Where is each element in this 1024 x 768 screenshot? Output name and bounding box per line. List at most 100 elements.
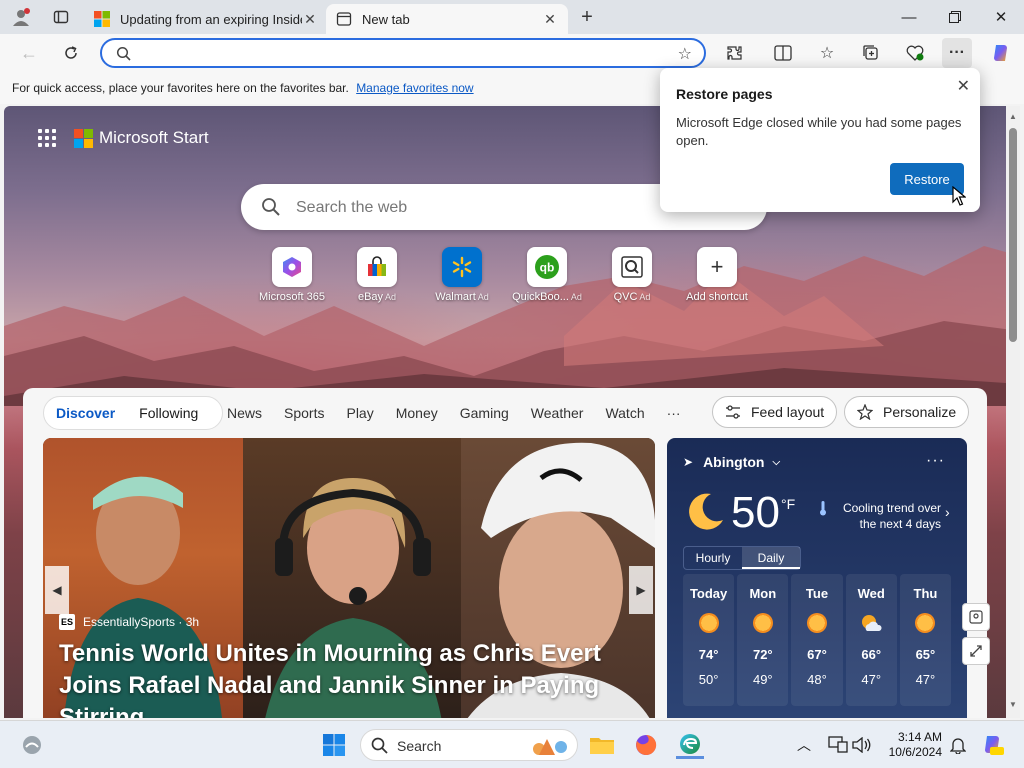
scroll-up-icon[interactable]: ▲ bbox=[1009, 112, 1017, 121]
forecast-low: 47° bbox=[861, 672, 882, 687]
popup-title: Restore pages bbox=[676, 86, 773, 102]
sparkle-star-icon bbox=[857, 404, 873, 420]
tab-discover[interactable]: Discover bbox=[56, 405, 127, 421]
new-tab-icon[interactable]: + bbox=[576, 6, 598, 28]
address-input[interactable] bbox=[136, 44, 656, 62]
firefox-icon[interactable] bbox=[632, 731, 660, 759]
taskbar-search[interactable]: Search bbox=[360, 729, 578, 761]
feedback-icon[interactable] bbox=[962, 603, 990, 631]
settings-more-icon[interactable]: ··· bbox=[942, 38, 972, 68]
news-feed: Discover Following News Sports Play Mone… bbox=[23, 388, 987, 718]
nav-watch[interactable]: Watch bbox=[605, 405, 644, 421]
search-placeholder: Search the web bbox=[296, 199, 408, 216]
scroll-down-icon[interactable]: ▼ bbox=[1009, 700, 1017, 709]
carousel-prev-button[interactable]: ◀ bbox=[45, 566, 69, 614]
clock-date: 10/6/2024 bbox=[888, 745, 942, 759]
close-tab-icon[interactable]: ✕ bbox=[302, 11, 318, 28]
tab-inactive[interactable]: Updating from an expiring Inside ✕ bbox=[84, 4, 328, 34]
quickbooks-icon: qb bbox=[527, 247, 567, 287]
close-icon[interactable]: ✕ bbox=[957, 76, 970, 96]
copilot-icon[interactable] bbox=[986, 38, 1016, 68]
volume-icon[interactable] bbox=[848, 731, 876, 759]
forecast-day[interactable]: Today 74° 50° bbox=[683, 574, 735, 706]
page-scrollbar[interactable]: ▲ ▼ bbox=[1006, 106, 1020, 718]
shortcut-microsoft-365[interactable]: Microsoft 365 bbox=[250, 247, 334, 303]
ebay-icon bbox=[357, 247, 397, 287]
microsoft-favicon bbox=[94, 11, 110, 27]
notification-bell-icon[interactable] bbox=[944, 731, 972, 759]
story-headline[interactable]: Tennis World Unites in Mourning as Chris… bbox=[59, 638, 649, 718]
restore-window-button[interactable] bbox=[932, 0, 978, 34]
shortcut-walmart[interactable]: Walmart Ad bbox=[420, 247, 504, 303]
ad-badge: Ad bbox=[639, 292, 651, 302]
close-window-button[interactable]: ✕ bbox=[978, 0, 1024, 34]
app-launcher-icon[interactable] bbox=[38, 129, 56, 147]
weather-more-icon[interactable]: ··· bbox=[926, 452, 945, 470]
sun-icon bbox=[698, 613, 719, 633]
edge-icon[interactable] bbox=[676, 731, 704, 759]
forecast-low: 50° bbox=[698, 672, 719, 687]
forecast-day[interactable]: Wed 66° 47° bbox=[845, 574, 897, 706]
chevron-up-icon[interactable]: ︿ bbox=[790, 731, 818, 759]
shortcut-qvc[interactable]: QVC Ad bbox=[590, 247, 674, 303]
forecast-day[interactable]: Mon 72° 49° bbox=[737, 574, 789, 706]
manage-favorites-link[interactable]: Manage favorites now bbox=[356, 81, 473, 95]
expand-icon[interactable] bbox=[962, 637, 990, 665]
browser-essentials-icon[interactable] bbox=[900, 38, 930, 68]
shortcut-label: QVC bbox=[613, 291, 638, 303]
forecast-high: 66° bbox=[861, 647, 882, 662]
shortcut-add[interactable]: + Add shortcut bbox=[675, 247, 759, 303]
refresh-button[interactable] bbox=[56, 38, 86, 68]
minimize-button[interactable]: — bbox=[886, 0, 932, 34]
current-temperature: 50 bbox=[731, 488, 780, 537]
scroll-thumb[interactable] bbox=[1009, 128, 1017, 342]
extensions-icon[interactable] bbox=[720, 38, 750, 68]
collections-icon[interactable] bbox=[856, 38, 886, 68]
essentiallysports-logo: ES bbox=[59, 614, 75, 630]
forecast-high: 74° bbox=[698, 647, 719, 662]
weather-location[interactable]: ➤ Abington ⌵ bbox=[683, 454, 780, 470]
hero-story-card[interactable]: ◀ ▶ ES EssentiallySports · 3h Tennis Wor… bbox=[43, 438, 655, 718]
feed-layout-button[interactable]: Feed layout bbox=[712, 396, 838, 428]
tab-daily[interactable]: Daily bbox=[742, 547, 800, 569]
nav-play[interactable]: Play bbox=[346, 405, 373, 421]
start-windows-icon[interactable] bbox=[320, 731, 348, 759]
favorite-star-icon[interactable]: ☆ bbox=[678, 44, 692, 64]
sun-icon bbox=[752, 613, 773, 633]
copilot-preview-icon[interactable] bbox=[978, 731, 1006, 759]
nav-weather[interactable]: Weather bbox=[531, 405, 584, 421]
microsoft-start-brand[interactable]: Microsoft Start bbox=[38, 128, 209, 148]
system-clock[interactable]: 3:14 AM 10/6/2024 bbox=[880, 730, 942, 760]
nav-more-icon[interactable]: ··· bbox=[667, 405, 681, 421]
split-screen-icon[interactable] bbox=[768, 38, 798, 68]
feed-mode-toggle[interactable]: Discover Following bbox=[43, 396, 224, 430]
forecast-day[interactable]: Tue 67° 48° bbox=[791, 574, 843, 706]
nav-money[interactable]: Money bbox=[396, 405, 438, 421]
forecast-day[interactable]: Thu 65° 47° bbox=[899, 574, 952, 706]
tab-actions-icon[interactable] bbox=[50, 7, 72, 27]
weather-card[interactable]: ➤ Abington ⌵ ··· 50 °F Cooling trend ove… bbox=[667, 438, 967, 718]
tab-title: Updating from an expiring Inside bbox=[120, 11, 302, 27]
nav-sports[interactable]: Sports bbox=[284, 405, 324, 421]
widgets-icon[interactable] bbox=[18, 731, 46, 759]
back-button[interactable]: ← bbox=[14, 38, 44, 68]
shortcut-quickbooks[interactable]: qb QuickBoo... Ad bbox=[505, 247, 589, 303]
tab-active[interactable]: New tab ✕ bbox=[326, 4, 568, 34]
chevron-right-icon[interactable]: › bbox=[945, 504, 950, 520]
tab-following[interactable]: Following bbox=[127, 405, 210, 421]
shortcut-ebay[interactable]: eBay Ad bbox=[335, 247, 419, 303]
nav-gaming[interactable]: Gaming bbox=[460, 405, 509, 421]
ad-badge: Ad bbox=[385, 292, 397, 302]
personalize-button[interactable]: Personalize bbox=[844, 396, 970, 428]
favorites-icon[interactable]: ☆ bbox=[812, 38, 842, 68]
address-bar[interactable]: ☆ bbox=[100, 38, 706, 68]
nav-news[interactable]: News bbox=[227, 405, 262, 421]
tab-hourly[interactable]: Hourly bbox=[684, 547, 742, 569]
weather-trend[interactable]: Cooling trend over the next 4 days bbox=[835, 500, 941, 532]
forecast-day-name: Today bbox=[689, 586, 728, 601]
carousel-next-button[interactable]: ▶ bbox=[629, 566, 653, 614]
close-tab-icon[interactable]: ✕ bbox=[542, 11, 558, 28]
file-explorer-icon[interactable] bbox=[588, 731, 616, 759]
plus-icon: + bbox=[697, 247, 737, 287]
profile-icon[interactable] bbox=[10, 7, 32, 27]
